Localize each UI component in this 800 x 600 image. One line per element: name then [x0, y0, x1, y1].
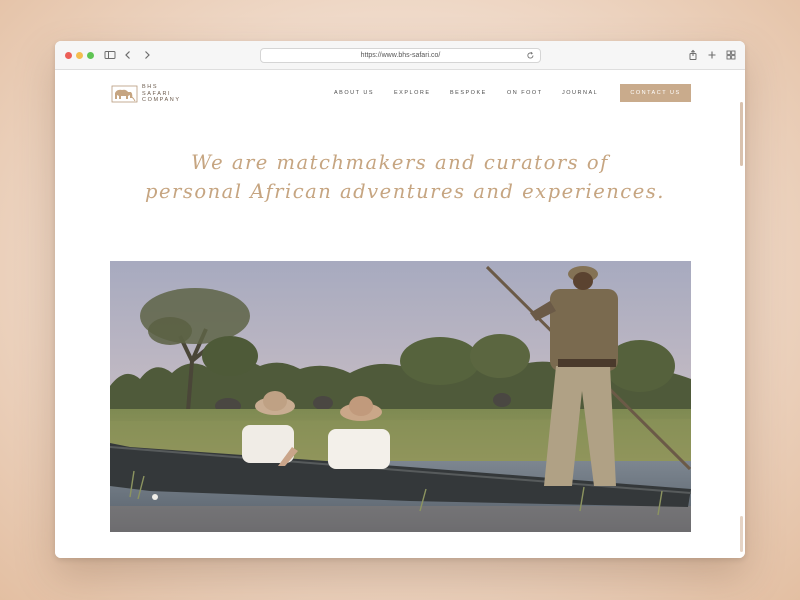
tab-overview-icon[interactable] [724, 48, 738, 62]
tagline-line-2: personal African adventures and experien… [145, 180, 665, 203]
sidebar-icon[interactable] [103, 48, 117, 62]
zoom-window-button[interactable] [87, 52, 94, 59]
scrollbar-track-marker [740, 516, 743, 552]
nav-item-journal[interactable]: JOURNAL [562, 90, 598, 96]
new-tab-icon[interactable] [705, 48, 719, 62]
tagline-line-1: We are matchmakers and curators of [191, 151, 609, 174]
nav-item-about-us[interactable]: ABOUT US [334, 90, 374, 96]
logo-wordmark: BHS SAFARI COMPANY [142, 84, 181, 104]
site-logo[interactable]: BHS SAFARI COMPANY [111, 83, 201, 105]
nav-item-explore[interactable]: EXPLORE [394, 90, 430, 96]
browser-toolbar: https://www.bhs-safari.co/ [55, 41, 745, 70]
mokoro-safari-photo [110, 261, 691, 532]
back-icon[interactable] [121, 48, 135, 62]
page-content: BHS SAFARI COMPANY ABOUT US EXPLORE BESP… [55, 70, 745, 558]
hero-image [110, 261, 691, 532]
url-text: https://www.bhs-safari.co/ [360, 52, 441, 59]
nav-item-on-foot[interactable]: ON FOOT [507, 90, 543, 96]
close-window-button[interactable] [65, 52, 72, 59]
scrollbar-thumb[interactable] [740, 102, 743, 166]
hero-tagline: We are matchmakers and curators of perso… [145, 148, 665, 206]
browser-window: https://www.bhs-safari.co/ BHS SAFARI CO… [55, 41, 745, 558]
nav-item-bespoke[interactable]: BESPOKE [450, 90, 487, 96]
share-icon[interactable] [686, 48, 700, 62]
address-bar[interactable]: https://www.bhs-safari.co/ [260, 48, 541, 63]
minimize-window-button[interactable] [76, 52, 83, 59]
forward-icon[interactable] [140, 48, 154, 62]
reload-icon[interactable] [526, 51, 535, 60]
elephant-logo-icon [111, 85, 138, 103]
contact-us-button[interactable]: CONTACT US [620, 84, 691, 102]
logo-line-3: COMPANY [142, 97, 181, 103]
